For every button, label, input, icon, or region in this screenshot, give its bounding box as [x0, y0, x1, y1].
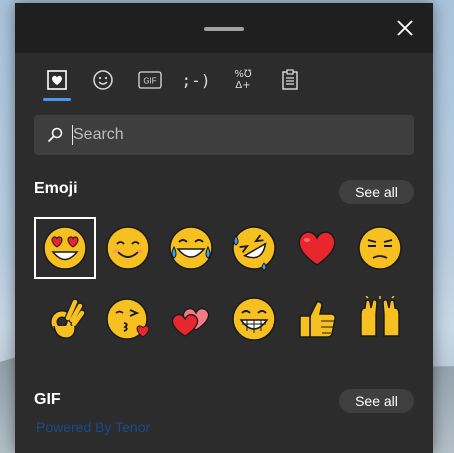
search-icon [47, 127, 63, 143]
title-bar[interactable] [15, 3, 433, 53]
close-icon [397, 20, 413, 36]
symbols-icon-top: %℧ [234, 69, 252, 80]
smiley-icon [93, 70, 113, 90]
tab-gif[interactable]: GIF [132, 63, 168, 97]
tab-clipboard[interactable] [272, 63, 308, 97]
red-heart-icon [298, 231, 336, 266]
heart-eyes-emoji[interactable] [34, 217, 96, 279]
heart-icon [47, 70, 67, 90]
emoji-panel: GIF ;-) %℧ Δ+ Search Emoji See all GIF S… [15, 3, 433, 453]
symbols-icon-bottom: Δ+ [235, 80, 251, 91]
close-button[interactable] [391, 14, 419, 42]
grinning-teeth-emoji[interactable] [223, 288, 285, 350]
red-heart-emoji[interactable] [286, 217, 348, 279]
thumbs-up-icon [299, 301, 336, 338]
raising-hands-emoji[interactable] [349, 288, 411, 350]
rolling-laughing-face-icon [232, 226, 276, 271]
powered-by-tenor-link[interactable]: Powered By Tenor [36, 419, 150, 435]
clipboard-icon [282, 69, 298, 90]
smiling-emoji[interactable] [97, 217, 159, 279]
tab-symbols[interactable]: %℧ Δ+ [225, 63, 261, 97]
kaomoji-icon: ;-) [181, 70, 211, 90]
unamused-face-icon [358, 226, 402, 270]
gif-see-all-button[interactable]: See all [339, 389, 414, 413]
category-tabs: GIF ;-) %℧ Δ+ [15, 63, 433, 103]
tears-of-joy-emoji[interactable] [160, 217, 222, 279]
svg-text:GIF: GIF [143, 77, 156, 86]
tab-favorites[interactable] [39, 63, 75, 97]
thumbs-up-emoji[interactable] [286, 288, 348, 350]
emoji-see-all-button[interactable]: See all [339, 180, 414, 204]
two-hearts-emoji[interactable] [160, 288, 222, 350]
tab-emoji[interactable] [85, 63, 121, 97]
smiling-face-icon [106, 226, 150, 270]
symbols-icon: %℧ Δ+ [234, 69, 251, 91]
kissing-heart-face-icon [106, 298, 150, 340]
kissing-heart-emoji[interactable] [97, 288, 159, 350]
active-tab-indicator [43, 98, 71, 101]
ok-hand-icon [50, 298, 86, 339]
gif-section-title: GIF [34, 391, 61, 408]
unamused-emoji[interactable] [349, 217, 411, 279]
raising-hands-icon [360, 296, 400, 337]
grinning-teeth-face-icon [232, 297, 276, 341]
drag-handle[interactable] [204, 27, 244, 31]
ok-hand-emoji[interactable] [34, 288, 96, 350]
tab-kaomoji[interactable]: ;-) [178, 63, 214, 97]
rolling-laughing-emoji[interactable] [223, 217, 285, 279]
tears-of-joy-face-icon [169, 226, 213, 270]
search-box[interactable]: Search [34, 115, 414, 155]
heart-eyes-face-icon [43, 226, 87, 270]
two-hearts-icon [171, 307, 210, 337]
emoji-section-title: Emoji [34, 180, 78, 197]
search-input[interactable]: Search [73, 126, 124, 144]
gif-icon: GIF [138, 71, 162, 89]
